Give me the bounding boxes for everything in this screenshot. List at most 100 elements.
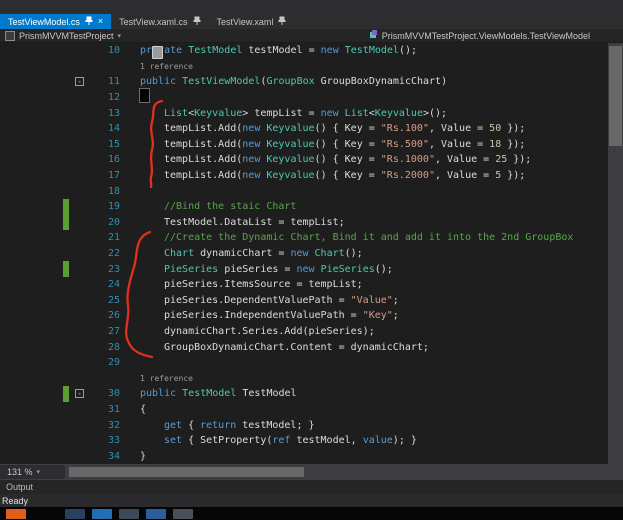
change-tracking-bar: [63, 198, 69, 215]
taskbar-app-5-icon[interactable]: [173, 508, 193, 519]
taskbar-app-3-icon[interactable]: [119, 508, 139, 519]
tab-testview-xaml-cs[interactable]: TestView.xaml.cs: [111, 14, 208, 29]
navigation-bar: PrismMVVMTestProject ▾ PrismMVVMTestProj…: [0, 29, 623, 43]
code-text: List<Keyvalue> tempList = new List<Keyva…: [130, 108, 447, 119]
code-line[interactable]: 21 //Create the Dynamic Chart, Bind it an…: [0, 230, 623, 246]
output-panel-header[interactable]: Output: [0, 479, 623, 494]
code-line[interactable]: 26 pieSeries.IndependentValuePath = "Key"…: [0, 308, 623, 324]
code-line[interactable]: 29: [0, 355, 623, 371]
line-number[interactable]: 11: [0, 76, 130, 87]
change-tracking-bar: [63, 386, 69, 402]
line-number[interactable]: 15: [0, 139, 130, 150]
token: () { Key =: [314, 138, 381, 150]
taskbar-app-4-icon[interactable]: [146, 508, 166, 519]
code-line[interactable]: 19//Bind the staic Chart: [0, 198, 623, 215]
taskbar-app-orange-icon[interactable]: [6, 508, 26, 519]
line-number[interactable]: 17: [0, 170, 130, 181]
code-line[interactable]: 31 {: [0, 402, 623, 418]
vertical-scrollbar-thumb[interactable]: [609, 46, 622, 146]
pin-icon[interactable]: [85, 16, 93, 28]
line-number[interactable]: 31: [0, 404, 130, 415]
line-number[interactable]: 32: [0, 420, 130, 431]
code-line[interactable]: 11- public TestViewModel(GroupBox GroupBo…: [0, 74, 623, 90]
code-line[interactable]: 24 pieSeries.ItemsSource = tempList;: [0, 277, 623, 293]
token: "Value": [350, 294, 393, 306]
code-line[interactable]: 16 tempList.Add(new Keyvalue() { Key = "R…: [0, 152, 623, 168]
code-line[interactable]: 34}: [0, 448, 623, 464]
token: });: [501, 123, 526, 135]
windows-taskbar[interactable]: [0, 507, 623, 520]
line-number[interactable]: 24: [0, 279, 130, 290]
line-number[interactable]: 33: [0, 435, 130, 446]
quick-action-box: [152, 46, 163, 59]
line-number[interactable]: 29: [0, 357, 130, 368]
code-line[interactable]: 30- public TestModel TestModel: [0, 386, 623, 402]
code-line[interactable]: 27 dynamicChart.Series.Add(pieSeries);: [0, 324, 623, 340]
codelens-text: 1 reference: [130, 61, 193, 72]
fold-collapse-icon[interactable]: -: [75, 77, 84, 87]
taskbar-app-2-icon[interactable]: [92, 508, 112, 519]
line-number[interactable]: 25: [0, 295, 130, 306]
close-icon[interactable]: ×: [98, 17, 103, 26]
type-member-dropdown[interactable]: PrismMVVMTestProject.ViewModels.TestView…: [369, 30, 618, 41]
pin-icon[interactable]: [278, 16, 286, 28]
tab-label: TestViewModel.cs: [8, 16, 80, 27]
token: Keyvalue: [194, 107, 243, 119]
codelens-references[interactable]: 1 reference: [140, 62, 193, 71]
token: new: [242, 138, 261, 150]
taskbar-app-1-icon[interactable]: [65, 508, 85, 519]
line-number[interactable]: 22: [0, 248, 130, 259]
vertical-scrollbar[interactable]: [608, 43, 623, 464]
line-number[interactable]: 28: [0, 342, 130, 353]
token: TestModel: [182, 388, 237, 400]
chevron-down-icon[interactable]: ▾: [118, 32, 122, 40]
token: public: [140, 388, 177, 400]
code-line[interactable]: 14 tempList.Add(new Keyvalue() { Key = "R…: [0, 121, 623, 137]
code-line[interactable]: 23 PieSeries pieSeries = new PieSeries();: [0, 261, 623, 277]
code-line[interactable]: 32 get { return testModel; }: [0, 417, 623, 433]
codelens-row[interactable]: 1 reference: [0, 370, 623, 386]
code-line[interactable]: 25 pieSeries.DependentValuePath = "Value"…: [0, 293, 623, 309]
line-number[interactable]: 26: [0, 310, 130, 321]
tab-testview-xaml[interactable]: TestView.xaml: [209, 14, 295, 29]
code-line[interactable]: 33 set { SetProperty(ref testModel, value…: [0, 433, 623, 449]
code-line[interactable]: 13 List<Keyvalue> tempList = new List<Key…: [0, 105, 623, 121]
line-number[interactable]: 16: [0, 154, 130, 165]
token: , Value =: [434, 170, 496, 182]
code-line[interactable]: 12{: [0, 90, 623, 106]
code-line[interactable]: 20 TestModel.DataList = tempList;: [0, 214, 623, 231]
code-line[interactable]: 18: [0, 183, 623, 199]
token: new: [320, 107, 339, 119]
codelens-references[interactable]: 1 reference: [140, 374, 193, 383]
code-line[interactable]: 15 tempList.Add(new Keyvalue() { Key = "R…: [0, 137, 623, 153]
line-number[interactable]: 18: [0, 186, 130, 197]
line-number[interactable]: 21: [0, 232, 130, 243]
codelens-row[interactable]: 1 reference: [0, 59, 623, 75]
pin-icon[interactable]: [193, 16, 201, 28]
context-label: PrismMVVMTestProject.ViewModels.TestView…: [381, 30, 590, 41]
horizontal-scrollbar[interactable]: [65, 465, 623, 479]
line-number[interactable]: 13: [0, 108, 130, 119]
code-text: pieSeries.ItemsSource = tempList;: [130, 279, 363, 290]
code-line[interactable]: 22 Chart dynamicChart = new Chart();: [0, 246, 623, 262]
horizontal-scrollbar-thumb[interactable]: [69, 467, 304, 477]
token: "Key": [362, 310, 393, 322]
code-editor[interactable]: 10private TestModel testModel = new Test…: [0, 43, 623, 464]
code-line[interactable]: 10private TestModel testModel = new Test…: [0, 43, 623, 59]
token: () { Key =: [314, 170, 381, 182]
token: new: [320, 45, 339, 57]
token: , Value =: [428, 123, 490, 135]
project-dropdown[interactable]: PrismMVVMTestProject: [19, 31, 114, 41]
line-number[interactable]: 14: [0, 123, 130, 134]
zoom-control[interactable]: 131 % ▾: [0, 467, 65, 477]
token: , Value =: [434, 154, 496, 166]
token: public: [140, 76, 177, 88]
line-number[interactable]: 34: [0, 451, 130, 462]
line-number[interactable]: 10: [0, 45, 130, 56]
code-line[interactable]: 28 GroupBoxDynamicChart.Content = dynamic…: [0, 339, 623, 355]
code-line[interactable]: 17 tempList.Add(new Keyvalue() { Key = "R…: [0, 168, 623, 184]
line-number[interactable]: 27: [0, 326, 130, 337]
fold-collapse-icon[interactable]: -: [75, 389, 84, 399]
line-number[interactable]: 12: [0, 92, 130, 103]
tab-testviewmodel-cs[interactable]: TestViewModel.cs ×: [0, 14, 112, 29]
